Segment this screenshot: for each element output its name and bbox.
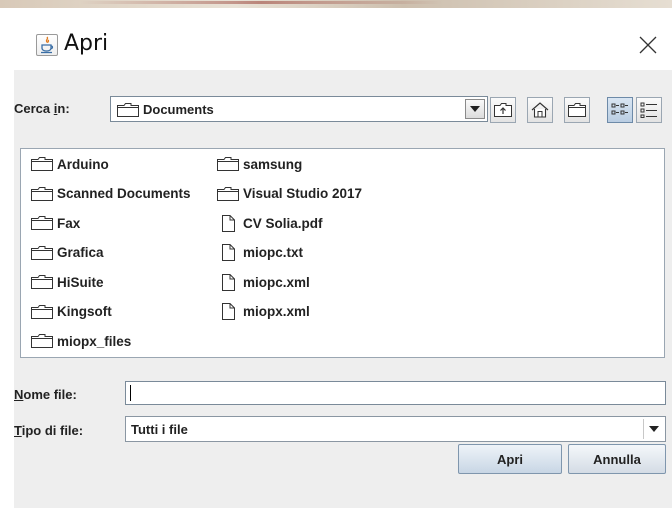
cancel-button[interactable]: Annulla <box>568 444 666 474</box>
filename-input[interactable] <box>125 381 666 405</box>
filetype-combobox[interactable]: Tutti i file <box>125 416 666 442</box>
folder-icon <box>217 186 239 201</box>
details-view-icon <box>640 102 657 118</box>
folder-icon <box>31 245 53 260</box>
item-label: Scanned Documents <box>57 186 191 201</box>
folder-icon <box>31 157 53 171</box>
file-icon <box>222 244 235 261</box>
list-view-icon <box>611 103 628 115</box>
file-item[interactable]: CV Solia.pdf <box>217 214 323 232</box>
open-button[interactable]: Apri <box>458 444 562 474</box>
chevron-down-icon <box>470 106 480 112</box>
filetype-label: Tipo di file: <box>14 423 84 438</box>
lookin-dropdown-button[interactable] <box>465 99 485 119</box>
folder-icon <box>31 275 53 289</box>
details-view-button[interactable] <box>636 97 662 123</box>
chevron-down-icon <box>648 426 659 432</box>
lookin-combobox[interactable]: Documents <box>110 96 488 122</box>
folder-icon <box>31 216 53 230</box>
filetype-dropdown-button[interactable] <box>643 419 663 439</box>
list-view-button[interactable] <box>607 97 633 123</box>
item-label: Fax <box>57 215 81 231</box>
folder-item[interactable]: Arduino <box>31 155 109 173</box>
java-app-icon <box>36 34 58 56</box>
folder-item[interactable]: samsung <box>217 155 302 173</box>
item-label: miopc.xml <box>243 274 310 290</box>
file-item[interactable]: miopx.xml <box>217 303 310 321</box>
item-label: HiSuite <box>57 274 104 290</box>
folder-icon <box>117 103 139 117</box>
folder-icon <box>217 157 239 171</box>
new-folder-button[interactable] <box>564 97 590 123</box>
folder-item[interactable]: miopx_files <box>31 332 131 350</box>
item-label: miopc.txt <box>243 245 304 260</box>
folder-item[interactable]: HiSuite <box>31 273 104 291</box>
item-label: miopx_files <box>57 333 132 349</box>
item-label: CV Solia.pdf <box>243 215 323 231</box>
file-item[interactable]: miopc.txt <box>217 244 303 262</box>
folder-item[interactable]: Scanned Documents <box>31 185 191 203</box>
file-item[interactable]: miopc.xml <box>217 273 310 291</box>
item-label: Arduino <box>57 156 109 172</box>
up-one-level-icon <box>494 103 512 117</box>
folder-item[interactable]: Fax <box>31 214 80 232</box>
close-icon <box>639 36 657 54</box>
file-list[interactable]: Arduino Scanned Documents Fax Grafica HiSuit… <box>20 148 665 358</box>
item-label: Grafica <box>57 245 104 260</box>
folder-icon <box>31 304 53 319</box>
folder-icon <box>31 334 53 348</box>
filename-label: Nome file: <box>14 387 77 402</box>
new-folder-icon <box>568 103 586 117</box>
file-icon <box>222 273 235 291</box>
filetype-selected: Tutti i file <box>131 422 188 437</box>
folder-item[interactable]: Grafica <box>31 244 104 262</box>
item-label: samsung <box>243 156 303 172</box>
file-icon <box>222 303 235 320</box>
up-one-level-button[interactable] <box>490 97 516 123</box>
item-label: miopx.xml <box>243 304 310 319</box>
close-button[interactable] <box>634 31 662 59</box>
file-icon <box>222 214 235 232</box>
open-file-dialog: Apri Cerca in: Documents Arduino Scanned… <box>0 8 672 508</box>
background-window-strip <box>0 0 672 8</box>
folder-item[interactable]: Kingsoft <box>31 303 112 321</box>
text-cursor <box>130 385 131 401</box>
item-label: Visual Studio 2017 <box>243 186 363 201</box>
home-icon <box>531 102 549 118</box>
dialog-content: Cerca in: Documents Arduino Scanned Docu… <box>14 70 672 508</box>
lookin-label: Cerca in: <box>14 101 70 116</box>
dialog-title: Apri <box>64 31 109 56</box>
folder-icon <box>31 186 53 201</box>
lookin-current-folder: Documents <box>143 102 214 117</box>
title-bar: Apri <box>0 8 672 70</box>
folder-item[interactable]: Visual Studio 2017 <box>217 185 362 203</box>
item-label: Kingsoft <box>57 304 112 319</box>
home-button[interactable] <box>527 97 553 123</box>
